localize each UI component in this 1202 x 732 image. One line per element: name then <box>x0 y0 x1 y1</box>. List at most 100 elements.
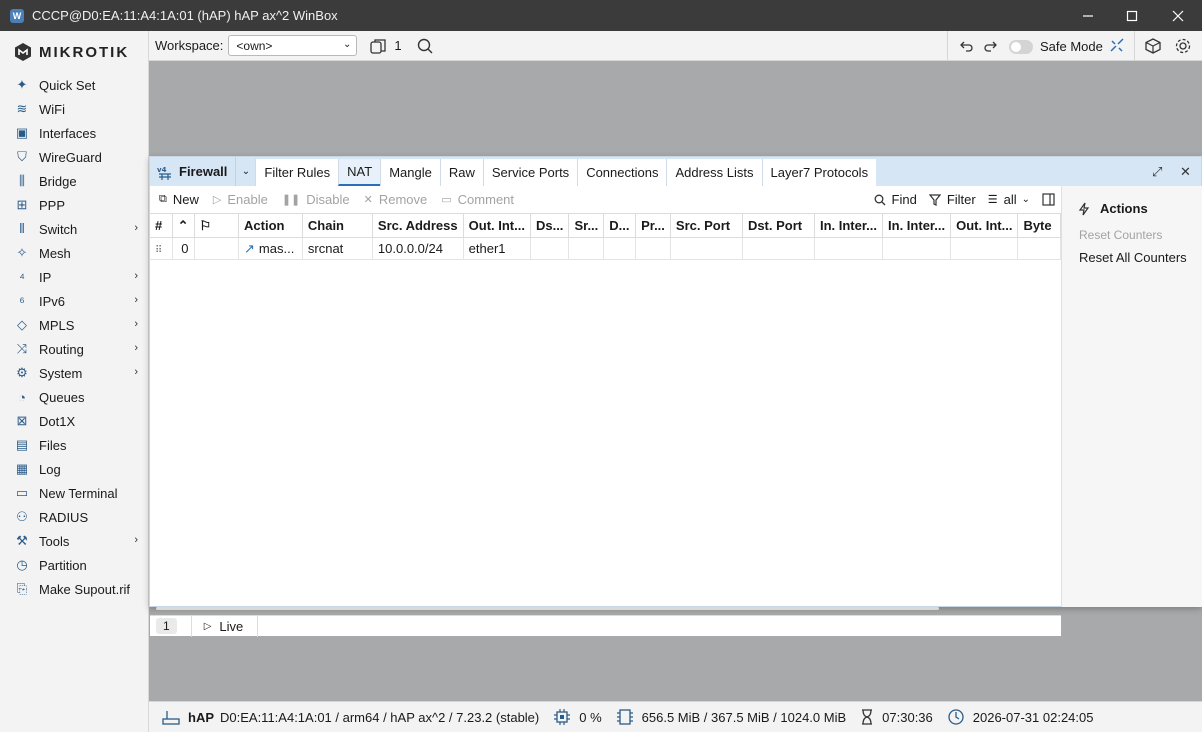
column-header[interactable]: D... <box>603 213 637 238</box>
firewall-menu-dropdown[interactable]: ⌄ <box>235 157 255 186</box>
sidebar: MIKROTIK ✦ Quick Set ≋ WiFi ▣ Interfaces ⛉ Wire… <box>0 31 149 732</box>
sidebar-item-partition[interactable]: ◷ Partition <box>0 553 148 577</box>
live-button[interactable]: ▷ Live <box>190 615 259 637</box>
sidebar-item-routing[interactable]: ⤨ Routing › <box>0 337 148 361</box>
table-row[interactable]: ⠿ 0 ↗ mas... srcnat 10.0.0.0/24 ether1 <box>150 237 1061 260</box>
disable-button[interactable]: ❚❚ Disable <box>282 192 350 207</box>
sidebar-item-switch[interactable]: ⫴ Switch › <box>0 217 148 241</box>
column-header[interactable]: Src. Port <box>670 213 743 238</box>
tab-nat[interactable]: NAT <box>338 159 381 186</box>
reset-all-counters-button[interactable]: Reset All Counters <box>1079 250 1202 265</box>
remove-icon: ✕ <box>363 194 373 206</box>
sidebar-item-files[interactable]: ▤ Files <box>0 433 148 457</box>
sidebar-item-quick-set[interactable]: ✦ Quick Set <box>0 73 148 97</box>
table-cell <box>530 237 570 260</box>
filter-icon <box>928 193 941 206</box>
horizontal-scrollbar[interactable] <box>156 607 939 610</box>
column-header[interactable]: Action <box>238 213 303 238</box>
sidebar-item-ip[interactable]: ⁴ IP › <box>0 265 148 289</box>
sidebar-item-make-supout-rif[interactable]: ⎘ Make Supout.rif <box>0 577 148 601</box>
files-icon: ▤ <box>15 437 29 452</box>
tab-address-lists[interactable]: Address Lists <box>666 159 762 186</box>
column-header[interactable]: Byte <box>1017 213 1061 238</box>
ipv6-icon: ⁶ <box>19 293 25 309</box>
column-header[interactable]: Pr... <box>635 213 671 238</box>
log-icon: ▦ <box>15 461 29 476</box>
sidebar-item-interfaces[interactable]: ▣ Interfaces <box>0 121 148 145</box>
close-window-button[interactable]: ✕ <box>1180 164 1191 180</box>
search-button[interactable] <box>416 37 434 55</box>
column-header[interactable]: Out. Int... <box>463 213 531 238</box>
redo-button[interactable] <box>982 37 1000 55</box>
sidebar-item-label: Log <box>39 461 61 477</box>
tab-filter-rules[interactable]: Filter Rules <box>255 159 339 186</box>
column-header[interactable]: In. Inter... <box>882 213 952 238</box>
safe-mode-switch[interactable] <box>1009 39 1033 54</box>
close-button[interactable] <box>1155 0 1201 31</box>
undo-button[interactable] <box>957 37 975 55</box>
sidebar-item-bridge[interactable]: ⫼ Bridge <box>0 169 148 193</box>
find-button[interactable]: Find <box>874 192 917 207</box>
tab-connections[interactable]: Connections <box>577 159 667 186</box>
column-header[interactable]: Src. Address <box>372 213 464 238</box>
chevron-right-icon: › <box>134 222 138 234</box>
column-header[interactable]: Sr... <box>568 213 605 238</box>
column-header[interactable]: In. Inter... <box>814 213 884 238</box>
toggle-side-panel-button[interactable] <box>1042 193 1055 206</box>
connection-button[interactable] <box>1108 37 1126 55</box>
sidebar-item-label: New Terminal <box>39 485 118 501</box>
column-header[interactable]: ⌃ <box>172 213 195 238</box>
enable-button[interactable]: ▷ Enable <box>213 192 268 207</box>
ppp-icon: ⊞ <box>16 197 28 212</box>
drag-handle-icon[interactable]: ⠿ <box>155 245 162 256</box>
sidebar-item-wireguard[interactable]: ⛉ WireGuard <box>0 145 148 169</box>
sidebar-item-ipv6[interactable]: ⁶ IPv6 › <box>0 289 148 313</box>
sidebar-item-wifi[interactable]: ≋ WiFi <box>0 97 148 121</box>
sidebar-item-ppp[interactable]: ⊞ PPP <box>0 193 148 217</box>
table-cell: srcnat <box>302 237 373 260</box>
sidebar-item-dot1x[interactable]: ⊠ Dot1X <box>0 409 148 433</box>
tab-raw[interactable]: Raw <box>439 159 483 186</box>
tab-service-ports[interactable]: Service Ports <box>482 159 578 186</box>
sidebar-item-queues[interactable]: ◔ Queues <box>0 385 148 409</box>
workspace-select[interactable]: <own> ⌄ <box>228 35 358 56</box>
column-header[interactable]: Out. Int... <box>950 213 1019 238</box>
table-cell <box>194 237 240 260</box>
maximize-button[interactable] <box>1109 0 1155 31</box>
column-header[interactable]: Chain <box>302 213 373 238</box>
sidebar-item-mpls[interactable]: ◇ MPLS › <box>0 313 148 337</box>
column-header[interactable]: Dst. Port <box>742 213 815 238</box>
settings-button[interactable] <box>1174 37 1192 55</box>
new-button[interactable]: ⧉ New <box>159 192 199 207</box>
mikrotik-logo-icon <box>15 43 31 61</box>
popout-button[interactable]: ⤢ <box>1152 164 1162 180</box>
tab-layer7-protocols[interactable]: Layer7 Protocols <box>761 159 877 186</box>
sidebar-item-system[interactable]: ⚙ System › <box>0 361 148 385</box>
status-bar: hAP D0:EA:11:A4:1A:01 / arm64 / hAP ax^2… <box>149 701 1202 732</box>
tab-mangle[interactable]: Mangle <box>380 159 440 186</box>
minimize-button[interactable] <box>1065 0 1111 31</box>
sidebar-item-new-terminal[interactable]: ▭ New Terminal <box>0 481 148 505</box>
sidebar-item-mesh[interactable]: ✧ Mesh <box>0 241 148 265</box>
column-header[interactable]: # <box>150 213 173 238</box>
window-titlebar[interactable]: W CCCP@D0:EA:11:A4:1A:01 (hAP) hAP ax^2 … <box>0 0 1202 31</box>
safe-mode-toggle[interactable]: Safe Mode <box>1009 39 1103 54</box>
firewall-window-header[interactable]: v4 Firewall ⌄ Filter Rules NAT Mangle Raw Se… <box>150 157 1201 186</box>
sidebar-item-label: MPLS <box>39 317 75 333</box>
firewall-title-text: Firewall <box>179 164 228 179</box>
sidebar-item-radius[interactable]: ⚇ RADIUS <box>0 505 148 529</box>
toolbar-divider <box>1134 31 1135 61</box>
package-button[interactable] <box>1144 37 1162 55</box>
sidebar-item-tools[interactable]: ⚒ Tools › <box>0 529 148 553</box>
reset-counters-button[interactable]: Reset Counters <box>1079 228 1202 242</box>
actions-panel-title: Actions <box>1077 201 1202 216</box>
windows-button[interactable]: 1 <box>369 37 402 55</box>
column-header[interactable]: Ds... <box>530 213 570 238</box>
sidebar-item-label: Interfaces <box>39 125 97 141</box>
comment-button[interactable]: ▭ Comment <box>441 192 514 207</box>
remove-button[interactable]: ✕ Remove <box>364 192 428 207</box>
sidebar-item-log[interactable]: ▦ Log <box>0 457 148 481</box>
filter-button[interactable]: Filter <box>928 192 976 207</box>
column-header[interactable]: ⚐ <box>194 213 240 238</box>
filter-preset-dropdown[interactable]: ☰ all ⌄ <box>988 192 1030 207</box>
